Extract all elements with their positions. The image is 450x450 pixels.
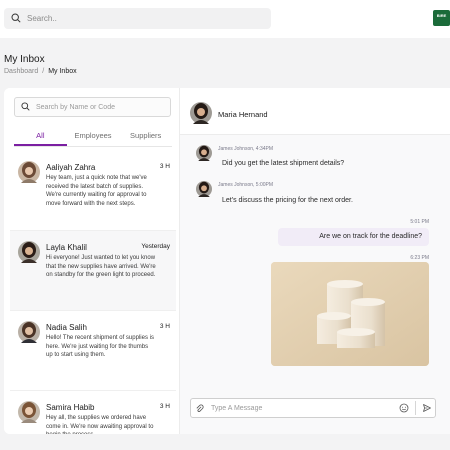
conversation-time: 3 H: [159, 323, 170, 330]
conversation-item[interactable]: Layla Khalil Yesterday Hi everyone! Just…: [10, 231, 176, 311]
conversation-time: 3 H: [159, 163, 170, 170]
top-bar: Search.. BIRE: [0, 0, 450, 38]
image-time: 6:23 PM: [410, 255, 429, 261]
sender-avatar: [196, 181, 212, 202]
conversation-tabs: All Employees Suppliers: [14, 129, 172, 147]
search-icon: [21, 98, 30, 116]
inbox-card: Search by Name or Code All Employees Sup…: [4, 88, 450, 434]
conversation-name: Samira Habib: [46, 403, 95, 412]
sender-avatar: [196, 145, 212, 166]
message-meta: James Johnson, 5:00PM: [218, 182, 274, 188]
conversation-item[interactable]: Aaliyah Zahra 3 H Hey team, just a quick…: [10, 151, 176, 231]
conversation-preview: Hey all, the supplies we ordered have co…: [46, 415, 154, 434]
breadcrumb-current: My Inbox: [48, 68, 77, 75]
avatar: [18, 241, 40, 268]
message-time: 5:01 PM: [410, 219, 429, 225]
chat-panel: Maria Hernand James Johnson, 4:34PM Did …: [180, 88, 450, 434]
message-text: Did you get the latest shipment details?: [222, 160, 345, 167]
message-composer[interactable]: Type A Message: [190, 398, 436, 418]
conversation-preview: Hey team, just a quick note that we've r…: [46, 175, 147, 207]
avatar: [18, 161, 40, 188]
shared-image[interactable]: [271, 262, 429, 366]
chat-header: Maria Hernand: [180, 88, 450, 135]
conversation-name: Nadia Salih: [46, 323, 87, 332]
conversation-item[interactable]: Samira Habib 3 H Hey all, the supplies w…: [10, 391, 176, 434]
message-input[interactable]: Type A Message: [211, 405, 396, 412]
tab-employees[interactable]: Employees: [67, 129, 120, 146]
message-text: Let's discuss the pricing for the next o…: [222, 197, 353, 204]
message-meta: James Johnson, 4:34PM: [218, 146, 274, 152]
tab-all[interactable]: All: [14, 129, 67, 146]
conversation-preview: Hello! The recent shipment of supplies i…: [46, 335, 154, 358]
global-search-placeholder: Search..: [27, 14, 57, 23]
conversation-preview: Hi everyone! Just wanted to let you know…: [46, 255, 156, 278]
conversation-time: 3 H: [159, 403, 170, 410]
avatar: [18, 401, 40, 428]
composer-divider: [415, 401, 416, 415]
outgoing-message: Are we on track for the deadline?: [278, 228, 429, 246]
conversation-name: Aaliyah Zahra: [46, 163, 96, 172]
avatar: [18, 321, 40, 348]
page-title: My Inbox: [4, 54, 45, 65]
breadcrumb-dashboard[interactable]: Dashboard: [4, 68, 38, 75]
breadcrumb: Dashboard / My Inbox: [4, 68, 77, 75]
search-icon: [11, 10, 21, 28]
conversation-search-placeholder: Search by Name or Code: [36, 103, 115, 111]
conversation-name: Layla Khalil: [46, 243, 87, 252]
conversation-list: Aaliyah Zahra 3 H Hey team, just a quick…: [10, 151, 176, 434]
conversation-search-input[interactable]: Search by Name or Code: [14, 97, 171, 117]
conversation-panel: Search by Name or Code All Employees Sup…: [4, 88, 180, 434]
send-icon[interactable]: [419, 399, 435, 417]
contact-avatar[interactable]: [190, 102, 212, 129]
conversation-time: Yesterday: [141, 243, 170, 250]
conversation-item[interactable]: Nadia Salih 3 H Hello! The recent shipme…: [10, 311, 176, 391]
brand-logo[interactable]: BIRE: [433, 10, 450, 26]
emoji-icon[interactable]: [396, 399, 412, 417]
attachment-icon[interactable]: [191, 399, 207, 417]
breadcrumb-separator: /: [42, 68, 45, 75]
global-search-input[interactable]: Search..: [4, 8, 271, 29]
contact-name: Maria Hernand: [218, 110, 268, 119]
tab-suppliers[interactable]: Suppliers: [119, 129, 172, 146]
